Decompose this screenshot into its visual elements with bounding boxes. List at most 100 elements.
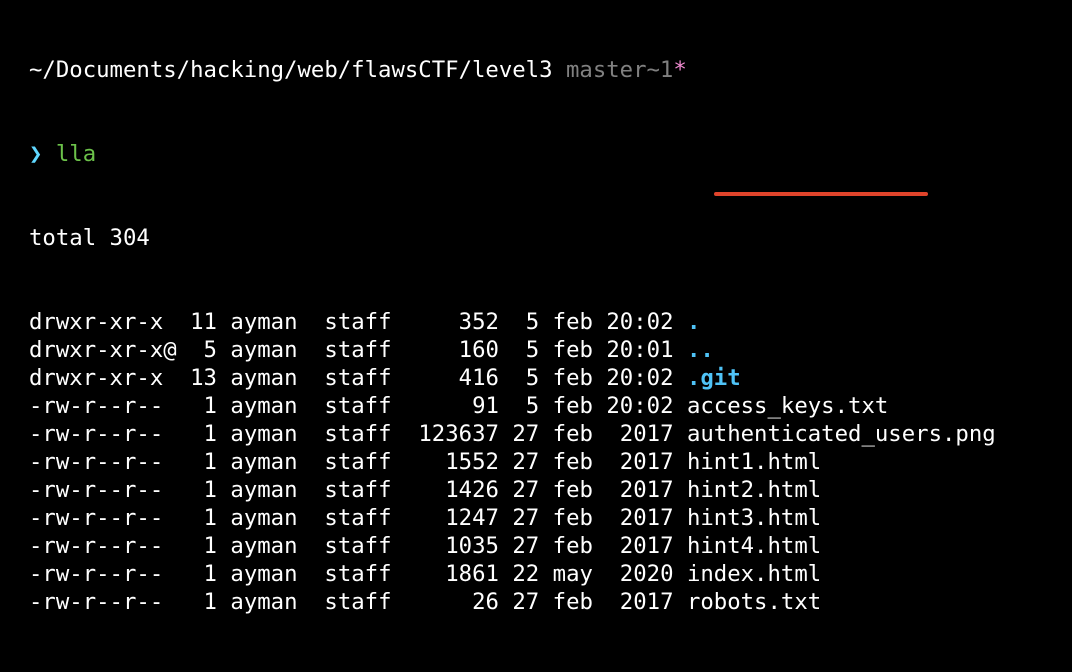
directory-name: .git — [686, 365, 741, 391]
month: feb — [552, 589, 593, 615]
time-or-year: 2020 — [606, 561, 674, 587]
file-name: authenticated_users.png — [686, 421, 996, 447]
owner: ayman — [230, 421, 298, 447]
group: staff — [324, 561, 392, 587]
file-size: 1552 — [418, 449, 499, 475]
directory-name: .. — [686, 337, 714, 363]
day: 27 — [512, 477, 540, 503]
permissions: -rw-r--r-- — [29, 505, 177, 531]
time-or-year: 20:02 — [606, 393, 674, 419]
file-name: index.html — [686, 561, 822, 587]
month: feb — [552, 337, 593, 363]
day: 27 — [512, 421, 540, 447]
time-or-year: 2017 — [606, 477, 674, 503]
file-size: 160 — [418, 337, 499, 363]
owner: ayman — [230, 365, 298, 391]
group: staff — [324, 309, 392, 335]
file-size: 1861 — [418, 561, 499, 587]
day: 5 — [512, 393, 540, 419]
day: 22 — [512, 561, 540, 587]
month: feb — [552, 505, 593, 531]
day: 27 — [512, 449, 540, 475]
file-name: hint3.html — [686, 505, 822, 531]
link-count: 1 — [190, 533, 217, 559]
permissions: drwxr-xr-x — [29, 309, 177, 335]
month: feb — [552, 533, 593, 559]
command-text: lla — [55, 141, 97, 167]
listing-row: -rw-r--r-- 1 ayman staff 123637 27 feb 2… — [29, 420, 1072, 448]
file-name: hint2.html — [686, 477, 822, 503]
month: feb — [552, 421, 593, 447]
owner: ayman — [230, 393, 298, 419]
time-or-year: 2017 — [606, 533, 674, 559]
permissions: -rw-r--r-- — [29, 533, 177, 559]
listing-row: drwxr-xr-x 11 ayman staff 352 5 feb 20:0… — [29, 308, 1072, 336]
directory-name: . — [686, 309, 701, 335]
day: 5 — [512, 365, 540, 391]
cwd-path: ~/Documents/hacking/web/flawsCTF/level3 — [29, 57, 553, 83]
listing-row: -rw-r--r-- 1 ayman staff 1426 27 feb 201… — [29, 476, 1072, 504]
group: staff — [324, 589, 392, 615]
month: feb — [552, 393, 593, 419]
month: feb — [552, 365, 593, 391]
time-or-year: 20:02 — [606, 309, 674, 335]
file-size: 26 — [418, 589, 499, 615]
file-size: 91 — [418, 393, 499, 419]
file-name: access_keys.txt — [686, 393, 889, 419]
highlight-underline — [714, 192, 928, 196]
total-line: total 304 — [29, 225, 150, 251]
file-name: hint1.html — [686, 449, 822, 475]
day: 27 — [512, 505, 540, 531]
time-or-year: 2017 — [606, 449, 674, 475]
file-size: 1035 — [418, 533, 499, 559]
permissions: -rw-r--r-- — [29, 449, 177, 475]
owner: ayman — [230, 505, 298, 531]
owner: ayman — [230, 309, 298, 335]
group: staff — [324, 393, 392, 419]
file-size: 123637 — [418, 421, 499, 447]
permissions: -rw-r--r-- — [29, 477, 177, 503]
permissions: -rw-r--r-- — [29, 589, 177, 615]
file-name: robots.txt — [686, 589, 822, 615]
group: staff — [324, 421, 392, 447]
link-count: 1 — [190, 393, 217, 419]
git-dirty-marker: * — [673, 57, 687, 83]
time-or-year: 2017 — [606, 505, 674, 531]
listing-row: -rw-r--r-- 1 ayman staff 1035 27 feb 201… — [29, 532, 1072, 560]
day: 5 — [512, 337, 540, 363]
time-or-year: 2017 — [606, 589, 674, 615]
file-size: 352 — [418, 309, 499, 335]
file-size: 1426 — [418, 477, 499, 503]
file-size: 1247 — [418, 505, 499, 531]
group: staff — [324, 337, 392, 363]
owner: ayman — [230, 589, 298, 615]
month: may — [552, 561, 593, 587]
month: feb — [552, 309, 593, 335]
listing-row: -rw-r--r-- 1 ayman staff 1247 27 feb 201… — [29, 504, 1072, 532]
listing-row: -rw-r--r-- 1 ayman staff 26 27 feb 2017 … — [29, 588, 1072, 616]
day: 27 — [512, 533, 540, 559]
owner: ayman — [230, 477, 298, 503]
link-count: 13 — [190, 365, 217, 391]
terminal-window[interactable]: ~/Documents/hacking/web/flawsCTF/level3 … — [0, 0, 1072, 615]
group: staff — [324, 505, 392, 531]
git-branch: master~1 — [565, 57, 674, 83]
link-count: 5 — [190, 337, 217, 363]
time-or-year: 20:01 — [606, 337, 674, 363]
file-size: 416 — [418, 365, 499, 391]
link-count: 1 — [190, 561, 217, 587]
listing-row: -rw-r--r-- 1 ayman staff 1861 22 may 202… — [29, 560, 1072, 588]
permissions: drwxr-xr-x@ — [29, 337, 177, 363]
directory-listing: drwxr-xr-x 11 ayman staff 352 5 feb 20:0… — [29, 308, 1072, 616]
permissions: -rw-r--r-- — [29, 393, 177, 419]
listing-row: -rw-r--r-- 1 ayman staff 1552 27 feb 201… — [29, 448, 1072, 476]
owner: ayman — [230, 337, 298, 363]
owner: ayman — [230, 449, 298, 475]
link-count: 1 — [190, 421, 217, 447]
permissions: -rw-r--r-- — [29, 421, 177, 447]
day: 5 — [512, 309, 540, 335]
link-count: 1 — [190, 589, 217, 615]
prompt-path-line: ~/Documents/hacking/web/flawsCTF/level3 … — [29, 56, 1072, 84]
month: feb — [552, 449, 593, 475]
prompt-command-line: ❯ lla — [29, 140, 1072, 168]
